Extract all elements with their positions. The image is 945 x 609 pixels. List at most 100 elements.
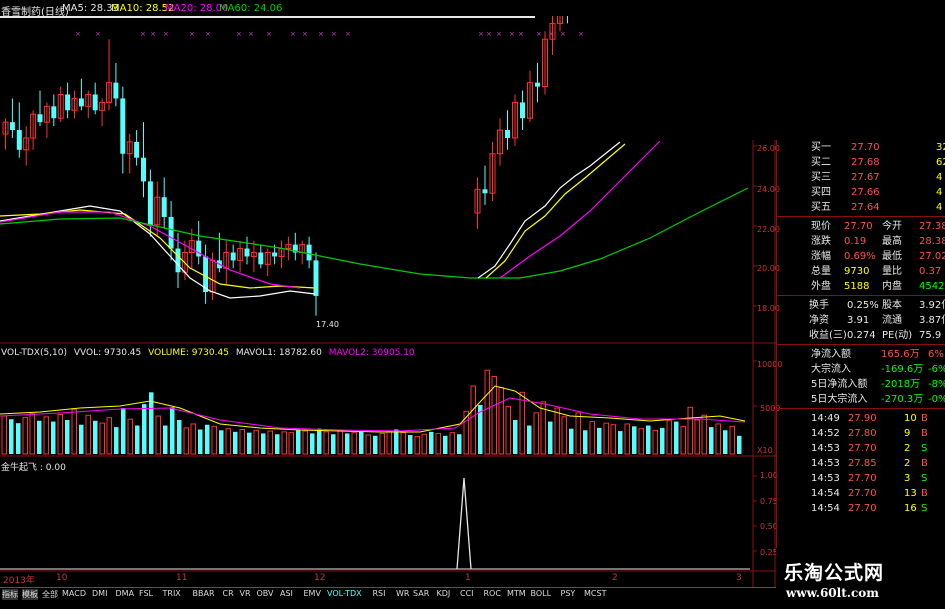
volume-bar	[205, 424, 210, 454]
tick-row: 14:53 27.85 2 B	[776, 456, 945, 471]
volume-bar	[694, 419, 700, 455]
tab-dmi[interactable]: DMI	[92, 589, 107, 598]
quote-label: 最低	[882, 251, 902, 262]
order-volume: 32	[936, 142, 945, 153]
volume-bar	[43, 416, 49, 455]
order-label: 买一	[811, 142, 831, 153]
volume-bar	[16, 423, 21, 454]
signal-marker: ×	[95, 30, 101, 38]
signal-marker: ×	[266, 30, 272, 38]
tab-rsi[interactable]: RSI	[373, 589, 386, 598]
tick-row: 14:54 27.70 16 S	[776, 501, 945, 516]
quote-value: 5188	[844, 281, 870, 292]
volume-bar	[414, 436, 420, 455]
volume-bar	[575, 412, 581, 455]
tab-bbar[interactable]: BBAR	[193, 589, 215, 598]
tab-macd[interactable]: MACD	[62, 589, 86, 598]
tab-asi[interactable]: ASI	[280, 589, 293, 598]
volume-bar	[737, 435, 742, 454]
volume-bar	[29, 413, 35, 455]
stat-label: PE(动)	[882, 330, 913, 341]
tab-mcst[interactable]: MCST	[584, 589, 606, 598]
tab-boll[interactable]: BOLL	[531, 589, 552, 598]
vol-indicator-name: VOL-TDX(5,10)	[1, 348, 68, 358]
quote-label: 现价	[811, 221, 831, 232]
tick-time: 14:53	[811, 443, 840, 454]
quote-row: 涨幅 0.69% 最低 27.02	[776, 249, 945, 264]
volume-bar	[646, 425, 651, 454]
stat-value: 3.87亿	[919, 315, 945, 326]
order-label: 买二	[811, 157, 831, 168]
tab-cci[interactable]: CCI	[460, 589, 474, 598]
tab-fsl[interactable]: FSL	[139, 589, 153, 598]
volume-bar	[603, 422, 609, 455]
indicator-spike	[456, 477, 472, 570]
tab-wr[interactable]: WR	[396, 589, 409, 598]
chart-area[interactable]: × × × × × × × × × × × × × × × × × × × × × × × ×	[0, 16, 776, 587]
candle-body	[313, 260, 319, 296]
candle-body	[147, 181, 153, 225]
signal-marker: ×	[205, 30, 211, 38]
tab-mtm[interactable]: MTM	[507, 589, 526, 598]
candle-body	[9, 122, 15, 131]
signal-marker: ×	[189, 30, 195, 38]
order-label: 买三	[811, 172, 831, 183]
quote-label: 最高	[882, 236, 902, 247]
volume-bar	[317, 428, 322, 454]
tab-trix[interactable]: TRIX	[163, 589, 181, 598]
signal-marker: ×	[331, 30, 337, 38]
tab-psy[interactable]: PSY	[561, 589, 576, 598]
volume-bar	[569, 428, 574, 454]
stat-label: 换手	[809, 300, 829, 311]
tick-direction: B	[921, 413, 928, 424]
volume-bar	[261, 433, 266, 454]
ma60-label: MA60: 24.06	[219, 3, 283, 14]
stat-row: 换手 0.25%股本 3.92亿	[776, 298, 945, 313]
volume-bar	[723, 430, 728, 454]
volume-bar	[666, 420, 672, 455]
volume-bar	[1, 415, 7, 455]
candle-body	[161, 197, 167, 217]
tab-kdj[interactable]: KDJ	[437, 589, 451, 598]
date-axis-month: 3	[736, 573, 742, 583]
candle-body	[120, 98, 126, 154]
candle-body	[78, 98, 84, 107]
tab-sar[interactable]: SAR	[413, 589, 429, 598]
volume-bar	[618, 431, 623, 454]
tab-vol-tdx[interactable]: VOL-TDX	[327, 589, 362, 598]
quote-label: 内盘	[882, 281, 902, 292]
tick-volume: 10	[904, 413, 917, 424]
volume-bar	[288, 432, 294, 455]
tab-vr[interactable]: VR	[240, 589, 251, 598]
volume-bar	[253, 429, 259, 455]
stat-label: 股本	[882, 300, 902, 311]
flow-row: 5日大宗流入 -270.3万 -0%	[776, 392, 945, 407]
signal-marker: ×	[496, 30, 502, 38]
tab-roc[interactable]: ROC	[484, 589, 501, 598]
volume-value: VOLUME: 9730.45	[148, 348, 229, 358]
tab-dma[interactable]: DMA	[116, 589, 135, 598]
date-axis-month: 12	[314, 573, 326, 583]
date-axis-month: 10	[56, 573, 68, 583]
quote-value: 0.37	[919, 266, 942, 277]
candle-body	[65, 94, 71, 111]
flow-pct: -8%	[928, 379, 945, 390]
tab-模板[interactable]: 模板	[22, 589, 38, 600]
tick-row: 14:49 27.90 10 B	[776, 411, 945, 426]
tick-row: 14:53 27.70 2 S	[776, 441, 945, 456]
volume-bar	[583, 430, 588, 454]
tab-全部[interactable]: 全部	[42, 589, 58, 600]
volume-bar	[701, 414, 707, 455]
tab-obv[interactable]: OBV	[257, 589, 274, 598]
tab-指标[interactable]: 指标	[2, 589, 18, 600]
order-price: 27.68	[851, 157, 880, 168]
candle-body	[134, 141, 140, 158]
indicator-tab-bar: 指标 模板 全部 MACD DMI DMA FSL TRIX BBAR CR VR OBV ASI EMV…	[0, 587, 776, 601]
volume-bar	[421, 433, 427, 455]
tab-cr[interactable]: CR	[223, 589, 234, 598]
volume-bar	[239, 428, 245, 455]
tab-emv[interactable]: EMV	[304, 589, 321, 598]
volume-bar	[652, 429, 658, 455]
tick-volume: 2	[904, 443, 911, 454]
volume-bar	[211, 425, 217, 455]
